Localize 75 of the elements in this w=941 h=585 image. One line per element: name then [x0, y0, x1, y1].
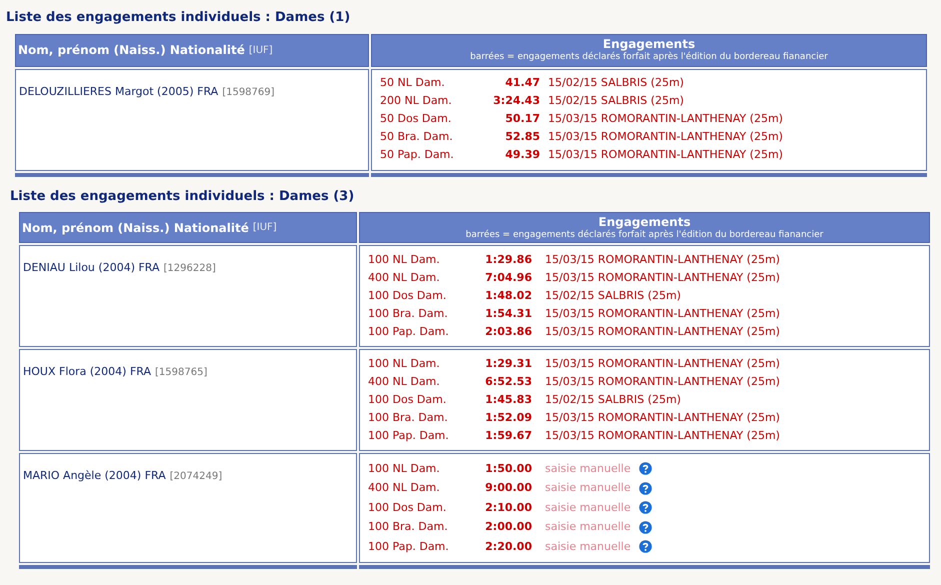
meet-name: 15/02/15 SALBRIS (25m) — [548, 75, 684, 92]
event-name: 100 Dos Dam. — [368, 500, 448, 516]
meet-name: 15/03/15 ROMORANTIN-LANTHENAY (25m) — [548, 129, 783, 146]
table-cell: DENIAU Lilou (2004) FRA [1296228] — [19, 245, 357, 347]
section-title: Liste des engagements individuels : Dames (3) — [10, 188, 356, 206]
meet-name: 15/03/15 ROMORANTIN-LANTHENAY (25m) — [545, 410, 780, 426]
event-name: 100 Bra. Dam. — [368, 519, 449, 535]
event-name: 100 Pap. Dam. — [368, 428, 450, 444]
entry-time: 2:03.86 — [484, 324, 532, 340]
event-name: 100 Pap. Dam. — [368, 538, 450, 554]
entry-time: 1:52.09 — [484, 410, 532, 426]
help-icon[interactable] — [638, 501, 652, 514]
help-icon[interactable] — [638, 482, 652, 495]
entry-time: 7:04.96 — [484, 270, 532, 286]
meet-name: 15/03/15 ROMORANTIN-LANTHENAY (25m) — [545, 324, 780, 340]
event-name: 100 NL Dam. — [368, 460, 441, 476]
entry-time: 52.85 — [504, 129, 540, 146]
event-name: 200 NL Dam. — [380, 93, 453, 110]
meet-name: 15/02/15 SALBRIS (25m) — [545, 288, 681, 304]
manual-entry-note: saisie manuelle — [545, 500, 631, 516]
event-name: 400 NL Dam. — [368, 374, 441, 390]
manual-entry-note: saisie manuelle — [545, 460, 631, 476]
entry-time: 9:00.00 — [484, 480, 532, 496]
entry-time: 1:29.31 — [484, 356, 532, 372]
meet-name: 15/03/15 ROMORANTIN-LANTHENAY (25m) — [545, 428, 780, 444]
manual-entry-note: saisie manuelle — [545, 538, 631, 554]
table-cell: DELOUZILLIERES Margot (2005) FRA [1598769] — [15, 68, 369, 170]
meet-name: 15/02/15 SALBRIS (25m) — [545, 392, 681, 408]
entry-time: 2:20.00 — [484, 538, 532, 554]
entry-time: 49.39 — [504, 147, 540, 164]
event-name: 100 Bra. Dam. — [368, 410, 449, 426]
entry-time: 41.47 — [504, 75, 540, 92]
entry-time: 3:24.43 — [492, 93, 540, 110]
event-name: 50 Pap. Dam. — [380, 147, 455, 164]
manual-entry-note: saisie manuelle — [545, 480, 631, 496]
help-icon[interactable] — [638, 520, 652, 534]
help-icon[interactable] — [638, 462, 652, 476]
entry-time: 50.17 — [504, 111, 540, 128]
table-cell: MARIO Angèle (2004) FRA [2074249] — [19, 453, 357, 562]
entry-time: 2:00.00 — [484, 519, 532, 535]
event-name: 100 Dos Dam. — [368, 288, 448, 304]
event-name: 400 NL Dam. — [368, 480, 441, 496]
entry-time: 1:48.02 — [484, 288, 532, 304]
meet-name: 15/03/15 ROMORANTIN-LANTHENAY (25m) — [545, 374, 780, 390]
column-header: Engagements barrées = engagements déclarés forfait après l'édition du bordereau fianancier — [359, 212, 930, 243]
event-name: 50 Bra. Dam. — [380, 129, 454, 146]
event-name: 100 Pap. Dam. — [368, 324, 450, 340]
entry-time: 1:50.00 — [484, 460, 532, 476]
column-header: Nom, prénom (Naiss.) Nationalité [IUF] — [19, 212, 357, 243]
event-name: 50 Dos Dam. — [380, 111, 452, 128]
help-icon[interactable] — [638, 540, 652, 554]
meet-name: 15/03/15 ROMORANTIN-LANTHENAY (25m) — [545, 252, 780, 268]
event-name: 400 NL Dam. — [368, 270, 441, 286]
meet-name: 15/03/15 ROMORANTIN-LANTHENAY (25m) — [548, 147, 783, 164]
event-name: 100 Bra. Dam. — [368, 306, 449, 322]
meet-name: 15/03/15 ROMORANTIN-LANTHENAY (25m) — [545, 356, 780, 372]
entry-time: 1:29.86 — [484, 252, 532, 268]
manual-entry-note: saisie manuelle — [545, 519, 631, 535]
event-name: 100 Dos Dam. — [368, 392, 448, 408]
event-name: 100 NL Dam. — [368, 252, 441, 268]
meet-name: 15/02/15 SALBRIS (25m) — [548, 93, 684, 110]
meet-name: 15/03/15 ROMORANTIN-LANTHENAY (25m) — [545, 270, 780, 286]
section-title: Liste des engagements individuels : Dames (1) — [6, 9, 352, 27]
table-cell: HOUX Flora (2004) FRA [1598765] — [19, 349, 357, 451]
entry-time: 1:59.67 — [484, 428, 532, 444]
event-name: 50 NL Dam. — [380, 75, 446, 92]
entry-time: 1:45.83 — [484, 392, 532, 408]
entry-time: 6:52.53 — [484, 374, 532, 390]
meet-name: 15/03/15 ROMORANTIN-LANTHENAY (25m) — [548, 111, 783, 128]
entry-time: 2:10.00 — [484, 500, 532, 516]
column-header: Engagements barrées = engagements déclarés forfait après l'édition du bordereau fianancier — [371, 34, 927, 66]
entry-time: 1:54.31 — [484, 306, 532, 322]
event-name: 100 NL Dam. — [368, 356, 441, 372]
meet-name: 15/03/15 ROMORANTIN-LANTHENAY (25m) — [545, 306, 780, 322]
column-header: Nom, prénom (Naiss.) Nationalité [IUF] — [15, 34, 369, 66]
